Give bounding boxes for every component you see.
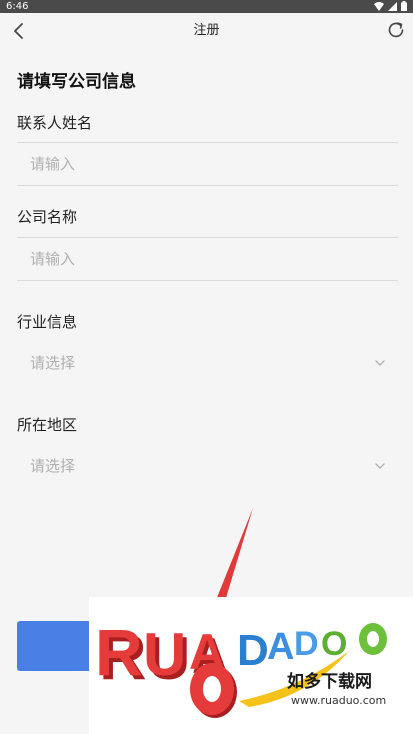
battery-icon bbox=[401, 1, 407, 11]
svg-text:A: A bbox=[267, 626, 294, 668]
title-bar: 注册 bbox=[0, 13, 413, 48]
watermark-slogan: 如多下载网 bbox=[287, 671, 372, 692]
company-name-input[interactable] bbox=[17, 237, 398, 281]
region-select[interactable]: 请选择 bbox=[17, 444, 398, 488]
wifi-icon bbox=[374, 1, 384, 11]
watermark: R R U U A A D A D O 如多下载网 www.ruaduo.com bbox=[89, 597, 413, 734]
contact-name-label: 联系人姓名 bbox=[17, 114, 93, 132]
status-time: 6:46 bbox=[6, 1, 29, 12]
industry-select-value: 请选择 bbox=[30, 354, 76, 372]
svg-text:D: D bbox=[237, 626, 269, 675]
refresh-button[interactable] bbox=[385, 19, 407, 41]
contact-name-input[interactable] bbox=[17, 142, 398, 186]
back-button[interactable] bbox=[8, 20, 30, 42]
svg-text:O: O bbox=[321, 625, 347, 663]
form-title: 请填写公司信息 bbox=[17, 72, 136, 92]
page-title: 注册 bbox=[193, 23, 220, 38]
chevron-down-icon bbox=[375, 360, 385, 366]
refresh-icon bbox=[388, 22, 404, 38]
watermark-url: www.ruaduo.com bbox=[291, 694, 386, 707]
watermark-logo: R R U U A A D A D O 如多下载网 www.ruaduo.com bbox=[95, 615, 387, 718]
svg-text:U: U bbox=[143, 621, 186, 688]
chevron-down-icon bbox=[375, 463, 385, 469]
svg-text:D: D bbox=[294, 625, 319, 663]
region-label: 所在地区 bbox=[17, 416, 78, 434]
chevron-left-icon bbox=[14, 23, 23, 39]
signal-icon bbox=[388, 1, 397, 11]
company-name-label: 公司名称 bbox=[17, 208, 78, 226]
industry-select[interactable]: 请选择 bbox=[17, 341, 398, 385]
status-bar: 6:46 bbox=[0, 0, 413, 13]
status-icons bbox=[374, 1, 407, 11]
industry-label: 行业信息 bbox=[17, 313, 78, 331]
region-select-value: 请选择 bbox=[30, 457, 76, 475]
svg-text:R: R bbox=[95, 615, 143, 689]
